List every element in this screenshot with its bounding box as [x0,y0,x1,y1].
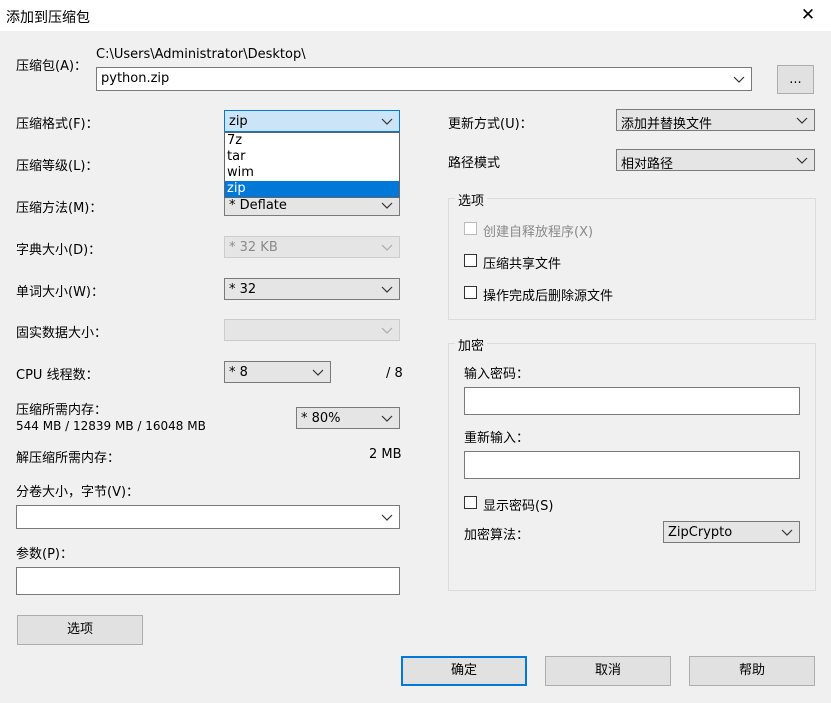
dict-combo: * 32 KB [224,236,400,258]
encrypt-method-value: ZipCrypto [668,525,733,540]
solid-label: 固实数据大小： [16,326,108,341]
chevron-down-icon [310,364,326,380]
cancel-button[interactable]: 取消 [545,656,671,686]
encrypt-method-label: 加密算法： [464,528,530,543]
cpu-combo[interactable]: * 8 [224,361,331,383]
path-value: 相对路径 [621,157,674,172]
title-bar: 添加到压缩包 ✕ [0,0,831,31]
encrypt-method-combo[interactable]: ZipCrypto [663,521,800,543]
dict-label: 字典大小(D)： [16,243,102,258]
encrypt-group-title: 加密 [455,335,488,354]
method-label: 压缩方法(M)： [16,201,103,216]
decomp-label: 解压缩所需内存： [16,451,121,466]
options-group-title: 选项 [455,190,488,209]
delete-source-label[interactable]: 操作完成后删除源文件 [483,285,613,304]
archive-label: 压缩包(A)： [16,59,88,74]
format-value: zip [229,114,248,129]
chevron-down-icon [379,322,395,338]
archive-filename: python.zip [101,71,170,86]
path-combo[interactable]: 相对路径 [616,149,815,172]
chevron-down-icon [379,113,395,129]
chevron-down-icon [379,509,395,525]
close-icon[interactable]: ✕ [785,0,831,31]
chevron-down-icon [779,524,795,540]
mem-label: 压缩所需内存： [16,403,108,418]
dict-value: * 32 KB [229,240,278,255]
format-dropdown-list[interactable]: 7z tar wim zip [224,132,400,198]
word-combo[interactable]: * 32 [224,278,400,300]
shared-checkbox[interactable] [464,254,477,267]
format-label: 压缩格式(F)： [16,117,99,132]
chevron-down-icon [731,71,747,87]
format-combo[interactable]: zip [224,110,400,132]
password-label: 输入密码： [464,367,530,382]
sfx-checkbox [464,222,477,235]
decomp-value: 2 MB [369,447,402,462]
show-password-label[interactable]: 显示密码(S) [483,495,553,514]
password-input[interactable] [464,387,800,415]
chevron-down-icon [379,281,395,297]
solid-combo [224,319,400,341]
mem-value: 544 MB / 12839 MB / 16048 MB [16,419,206,433]
update-combo[interactable]: 添加并替换文件 [616,109,815,132]
split-combo[interactable] [16,505,400,529]
delete-source-checkbox[interactable] [464,286,477,299]
chevron-down-icon [379,239,395,255]
cpu-value: * 8 [229,365,248,380]
update-label: 更新方式(U)： [448,117,533,132]
chevron-down-icon [379,197,395,213]
reenter-label: 重新输入： [464,431,530,446]
mem-percent-combo[interactable]: * 80% [296,407,400,429]
shared-label[interactable]: 压缩共享文件 [483,253,561,272]
format-option-selected[interactable]: zip [225,181,399,197]
archive-filename-combo[interactable]: python.zip [96,67,752,91]
level-label: 压缩等级(L)： [16,159,99,174]
window-title: 添加到压缩包 [6,10,90,26]
params-input[interactable] [16,567,400,595]
path-label: 路径模式 [448,156,501,171]
cpu-max: / 8 [386,366,403,381]
cpu-label: CPU 线程数： [16,368,99,383]
help-button[interactable]: 帮助 [689,656,815,686]
ok-button[interactable]: 确定 [401,656,527,686]
params-label: 参数(P)： [16,547,73,562]
mem-percent-value: * 80% [301,411,341,426]
archive-path: C:\Users\Administrator\Desktop\ [96,47,306,62]
chevron-down-icon [794,112,810,128]
options-button[interactable]: 选项 [17,615,143,645]
reenter-password-input[interactable] [464,451,800,479]
chevron-down-icon [794,152,810,168]
split-label: 分卷大小，字节(V)： [16,485,140,500]
show-password-checkbox[interactable] [464,496,477,509]
update-value: 添加并替换文件 [621,117,713,132]
format-option[interactable]: wim [225,165,399,181]
word-label: 单词大小(W)： [16,285,104,300]
format-option[interactable]: 7z [225,133,399,149]
method-value: * Deflate [229,198,287,213]
word-value: * 32 [229,282,257,297]
browse-button[interactable]: ... [777,65,814,94]
chevron-down-icon [379,410,395,426]
sfx-label: 创建自释放程序(X) [483,225,594,240]
format-option[interactable]: tar [225,149,399,165]
